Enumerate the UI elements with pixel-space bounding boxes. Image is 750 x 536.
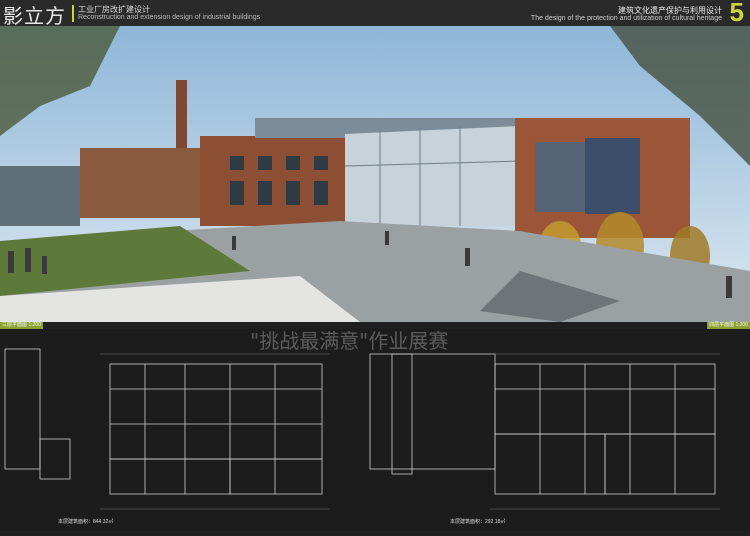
- header-bar: 影立方 工业厂房改扩建设计 Reconstruction and extensi…: [0, 0, 750, 28]
- right-area-label: 本层建筑面积：292.18㎡: [450, 519, 506, 525]
- floor-plan-drawing: [4, 348, 720, 510]
- rendering-image: [0, 26, 750, 322]
- watermark: "挑战最满意"作业展赛: [250, 329, 449, 353]
- left-plan-title: 三层平面图 1:200: [0, 322, 43, 329]
- rendering-illustration: [0, 26, 750, 322]
- left-area-label: 本层建筑面积：844.32㎡: [58, 519, 114, 525]
- page-number: 5: [729, 0, 744, 27]
- topic-en: The design of the protection and utiliza…: [530, 15, 722, 22]
- accent-bar: [72, 5, 74, 22]
- subtitle-en: Reconstruction and extension design of i…: [78, 14, 261, 21]
- floor-plans: [0, 329, 750, 531]
- logo: 影立方: [3, 4, 66, 28]
- right-plan-title: 四层平面图 1:200: [707, 322, 750, 329]
